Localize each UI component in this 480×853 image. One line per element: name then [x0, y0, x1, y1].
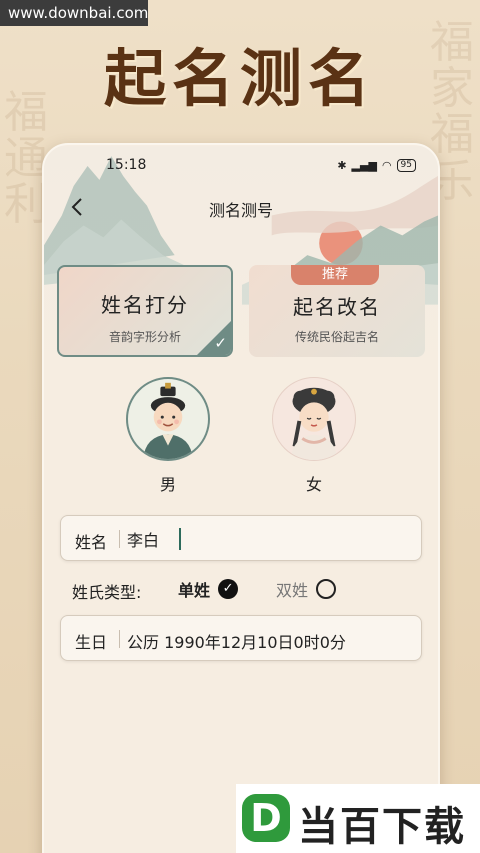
gender-option-female[interactable]: 女	[272, 377, 356, 495]
watermark: www.downbai.com	[0, 0, 148, 26]
tab-naming[interactable]: 推荐 起名改名 传统民俗起吉名	[249, 265, 425, 357]
radio-checked-icon[interactable]: ✓	[218, 579, 239, 599]
male-label: 男	[159, 475, 176, 494]
signal-icon: ▂▄▆	[351, 159, 377, 172]
page-title: 测名测号	[208, 201, 273, 220]
field-divider	[119, 630, 120, 648]
birthday-field-label: 生日	[75, 633, 108, 652]
battery-icon: 95	[396, 159, 416, 172]
promo-title: 起名测名	[103, 42, 376, 115]
female-label: 女	[305, 475, 322, 494]
tab-name-scoring[interactable]: 姓名打分 音韵字形分析 ✓	[57, 265, 233, 357]
bluetooth-icon: ✱	[337, 159, 347, 172]
name-field: 姓名	[60, 515, 422, 561]
surname-single-option[interactable]: 单姓 ✓	[178, 577, 239, 601]
tab-naming-subtitle: 传统民俗起吉名	[294, 330, 379, 344]
phone-screen: 15:18 ✱ ▂▄▆ ◠ 95 测名测号 姓名打分 音韵字形分析 ✓ 推荐 起…	[42, 143, 440, 853]
logo-d-icon: D	[242, 794, 290, 842]
recommend-badge: 推荐	[291, 265, 379, 285]
status-icons: ✱ ▂▄▆ ◠ 95	[337, 159, 416, 172]
surname-double-label: 双姓	[276, 581, 309, 600]
tab-name-scoring-title: 姓名打分	[101, 293, 189, 317]
mode-tabs: 姓名打分 音韵字形分析 ✓ 推荐 起名改名 传统民俗起吉名	[57, 265, 425, 357]
status-time: 15:18	[106, 157, 147, 173]
radio-unchecked-icon[interactable]	[316, 579, 337, 599]
wifi-icon: ◠	[381, 159, 392, 172]
birthday-field[interactable]: 生日 公历 1990年12月10日0时0分	[60, 615, 422, 661]
gender-option-male[interactable]: 男	[126, 377, 210, 495]
field-divider	[119, 530, 120, 548]
tab-naming-title: 起名改名	[293, 295, 381, 319]
female-avatar[interactable]	[272, 377, 356, 461]
surname-type-row: 姓氏类型: 单姓 ✓ 双姓	[72, 577, 412, 602]
downbai-logo: D 当百下载	[236, 784, 480, 853]
name-field-label: 姓名	[75, 533, 108, 552]
surname-type-label: 姓氏类型:	[72, 583, 142, 602]
check-icon: ✓	[214, 334, 227, 352]
surname-single-label: 单姓	[178, 581, 211, 600]
navigation-bar: 测名测号	[44, 193, 438, 223]
status-bar: 15:18 ✱ ▂▄▆ ◠ 95	[44, 157, 438, 177]
logo-text: 当百下载	[298, 804, 466, 850]
name-input[interactable]	[127, 527, 397, 551]
male-avatar[interactable]	[126, 377, 210, 461]
birthday-value[interactable]: 公历 1990年12月10日0时0分	[127, 629, 397, 653]
surname-double-option[interactable]: 双姓	[276, 577, 337, 601]
text-cursor	[179, 528, 181, 550]
